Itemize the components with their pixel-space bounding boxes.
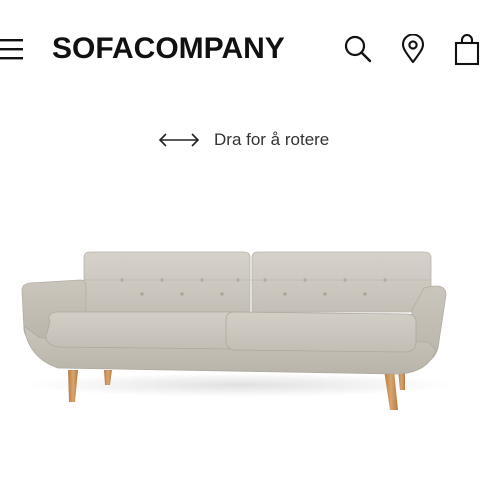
sofa-image[interactable]	[0, 230, 480, 430]
rotate-hint-label: Dra for å rotere	[214, 130, 330, 149]
brand-logo[interactable]: SOFACOMPANY	[52, 29, 285, 69]
double-arrow-icon	[158, 133, 200, 147]
product-page: SOFACOMPANY Dra for å rotere	[0, 0, 480, 480]
hamburger-menu-icon	[0, 39, 23, 60]
location-pin-icon	[401, 33, 425, 64]
menu-button[interactable]	[0, 36, 26, 62]
product-viewer[interactable]	[0, 230, 480, 430]
shopping-bag-icon	[454, 34, 480, 66]
search-icon	[344, 35, 372, 63]
store-locator-button[interactable]	[401, 33, 425, 64]
site-header: SOFACOMPANY	[0, 0, 480, 100]
rotate-hint: Dra for å rotere	[158, 126, 329, 154]
search-button[interactable]	[344, 34, 372, 64]
shopping-bag-button[interactable]	[454, 34, 480, 66]
